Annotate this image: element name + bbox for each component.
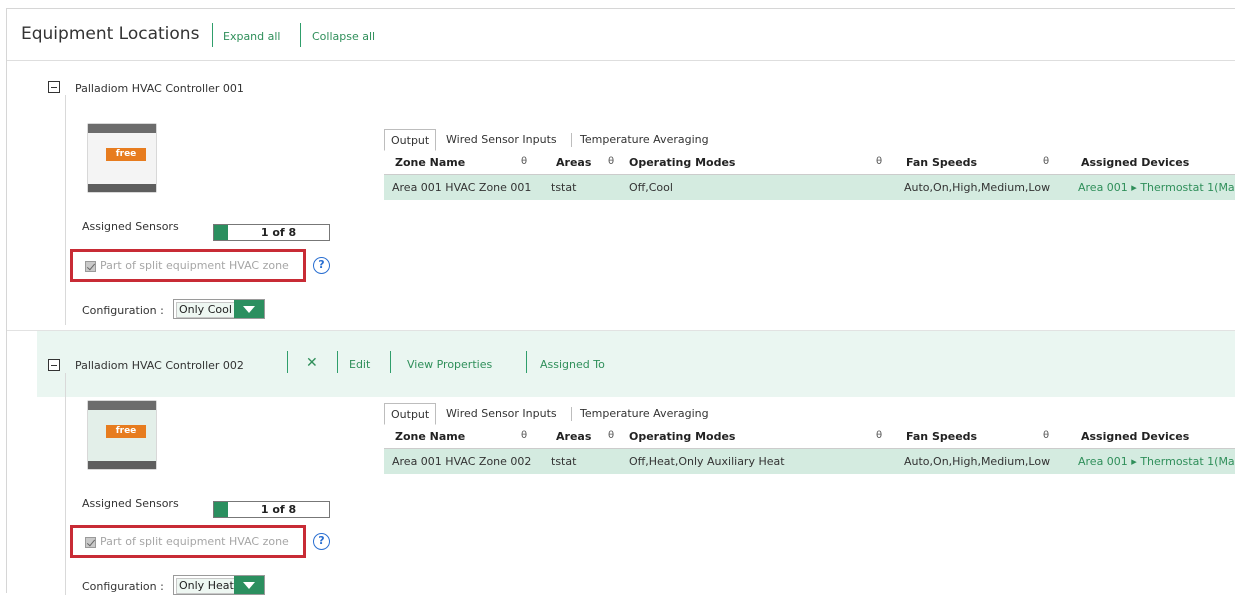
toolbar: Equipment Locations Expand all Collapse … <box>7 9 1235 61</box>
tab-temperature-averaging[interactable]: Temperature Averaging <box>580 403 709 425</box>
cell-areas: tstat <box>551 181 577 194</box>
action-divider <box>287 351 288 373</box>
column-assigned-devices[interactable]: Assigned Devices <box>1081 156 1189 169</box>
controller-device-image: free <box>83 119 161 197</box>
controller-name: Palladiom HVAC Controller 001 <box>75 82 244 95</box>
column-zone-name[interactable]: Zone Name <box>395 430 465 443</box>
action-divider <box>390 351 391 373</box>
sort-icon[interactable]: θ <box>521 156 527 167</box>
assigned-sensors-progress: 1 of 8 <box>213 224 330 241</box>
cell-areas: tstat <box>551 455 577 468</box>
column-fan-speeds[interactable]: Fan Speeds <box>906 430 977 443</box>
action-divider <box>337 351 338 373</box>
sort-icon[interactable]: θ <box>521 430 527 441</box>
table-header: Zone Name θ Areas θ Operating Modes θ Fa… <box>384 151 1235 175</box>
controller-name: Palladiom HVAC Controller 002 <box>75 359 244 372</box>
zone-table: Zone Name θ Areas θ Operating Modes θ Fa… <box>384 151 1235 201</box>
cell-zone-name: Area 001 HVAC Zone 002 <box>392 455 532 468</box>
edit-link[interactable]: Edit <box>349 358 370 371</box>
tab-output[interactable]: Output <box>384 129 437 151</box>
toolbar-divider <box>212 23 213 47</box>
cell-assigned-devices[interactable]: Area 001 ▸ Thermostat 1(Ma <box>1078 181 1235 194</box>
configuration-select[interactable]: Only Heat <box>173 575 265 595</box>
assigned-sensors-value: 1 of 8 <box>260 226 297 239</box>
cell-zone-name: Area 001 HVAC Zone 001 <box>392 181 532 194</box>
help-icon[interactable]: ? <box>313 533 330 550</box>
controller-section: Palladiom HVAC Controller 002 ✕ Edit Vie… <box>7 330 1235 595</box>
cell-assigned-devices[interactable]: Area 001 ▸ Thermostat 1(Ma <box>1078 455 1235 468</box>
configuration-label: Configuration : <box>82 304 164 317</box>
column-operating-modes[interactable]: Operating Modes <box>629 156 735 169</box>
column-areas[interactable]: Areas <box>556 430 591 443</box>
tree-connector <box>65 373 66 595</box>
tab-wired-sensor-inputs[interactable]: Wired Sensor Inputs <box>446 129 557 151</box>
collapse-toggle-icon[interactable] <box>48 359 60 371</box>
table-header: Zone Name θ Areas θ Operating Modes θ Fa… <box>384 425 1235 449</box>
table-row[interactable]: Area 001 HVAC Zone 001 tstat Off,Cool Au… <box>384 175 1235 200</box>
cell-operating-modes: Off,Heat,Only Auxiliary Heat <box>629 455 785 468</box>
sort-icon[interactable]: θ <box>608 156 614 167</box>
cell-fan-speeds: Auto,On,High,Medium,Low <box>904 455 1051 468</box>
column-zone-name[interactable]: Zone Name <box>395 156 465 169</box>
delete-icon[interactable]: ✕ <box>306 355 318 371</box>
configuration-value: Only Cool <box>176 302 235 318</box>
tab-temperature-averaging[interactable]: Temperature Averaging <box>580 129 709 151</box>
column-fan-speeds[interactable]: Fan Speeds <box>906 156 977 169</box>
cell-fan-speeds: Auto,On,High,Medium,Low <box>904 181 1051 194</box>
tab-divider <box>571 133 572 147</box>
sort-icon[interactable]: θ <box>608 430 614 441</box>
view-properties-link[interactable]: View Properties <box>407 358 492 371</box>
tab-divider <box>571 407 572 421</box>
column-operating-modes[interactable]: Operating Modes <box>629 430 735 443</box>
assigned-sensors-label: Assigned Sensors <box>82 497 179 510</box>
tab-bar: Output Wired Sensor Inputs Temperature A… <box>384 129 724 151</box>
assigned-sensors-value: 1 of 8 <box>260 503 297 516</box>
split-equipment-checkbox[interactable] <box>85 537 96 548</box>
split-equipment-highlight: Part of split equipment HVAC zone <box>70 525 306 558</box>
split-equipment-highlight: Part of split equipment HVAC zone <box>70 249 306 282</box>
column-areas[interactable]: Areas <box>556 156 591 169</box>
device-logo: free <box>106 425 146 438</box>
dropdown-arrow-icon[interactable] <box>234 576 264 594</box>
assigned-to-link[interactable]: Assigned To <box>540 358 605 371</box>
sort-icon[interactable]: θ <box>876 430 882 441</box>
sort-icon[interactable]: θ <box>876 156 882 167</box>
tab-bar: Output Wired Sensor Inputs Temperature A… <box>384 403 724 425</box>
action-divider <box>526 351 527 373</box>
sort-icon[interactable]: θ <box>1043 156 1049 167</box>
configuration-select[interactable]: Only Cool <box>173 299 265 319</box>
column-assigned-devices[interactable]: Assigned Devices <box>1081 430 1189 443</box>
zone-table: Zone Name θ Areas θ Operating Modes θ Fa… <box>384 425 1235 475</box>
collapse-toggle-icon[interactable] <box>48 81 60 93</box>
cell-operating-modes: Off,Cool <box>629 181 673 194</box>
device-logo: free <box>106 148 146 161</box>
controller-section: Palladiom HVAC Controller 001 free Assig… <box>7 61 1235 330</box>
configuration-label: Configuration : <box>82 580 164 593</box>
split-equipment-checkbox[interactable] <box>85 261 96 272</box>
tab-wired-sensor-inputs[interactable]: Wired Sensor Inputs <box>446 403 557 425</box>
equipment-locations-panel: Equipment Locations Expand all Collapse … <box>6 8 1235 595</box>
collapse-all-link[interactable]: Collapse all <box>312 30 375 43</box>
assigned-sensors-label: Assigned Sensors <box>82 220 179 233</box>
assigned-sensors-progress: 1 of 8 <box>213 501 330 518</box>
help-icon[interactable]: ? <box>313 257 330 274</box>
page-title: Equipment Locations <box>21 24 200 44</box>
configuration-value: Only Heat <box>176 578 237 594</box>
split-equipment-label: Part of split equipment HVAC zone <box>100 259 289 272</box>
tab-output[interactable]: Output <box>384 403 437 425</box>
controller-device-image: free <box>83 396 161 474</box>
dropdown-arrow-icon[interactable] <box>234 300 264 318</box>
table-row[interactable]: Area 001 HVAC Zone 002 tstat Off,Heat,On… <box>384 449 1235 474</box>
toolbar-divider <box>300 23 301 47</box>
expand-all-link[interactable]: Expand all <box>223 30 281 43</box>
split-equipment-label: Part of split equipment HVAC zone <box>100 535 289 548</box>
sort-icon[interactable]: θ <box>1043 430 1049 441</box>
tree-connector <box>65 95 66 325</box>
